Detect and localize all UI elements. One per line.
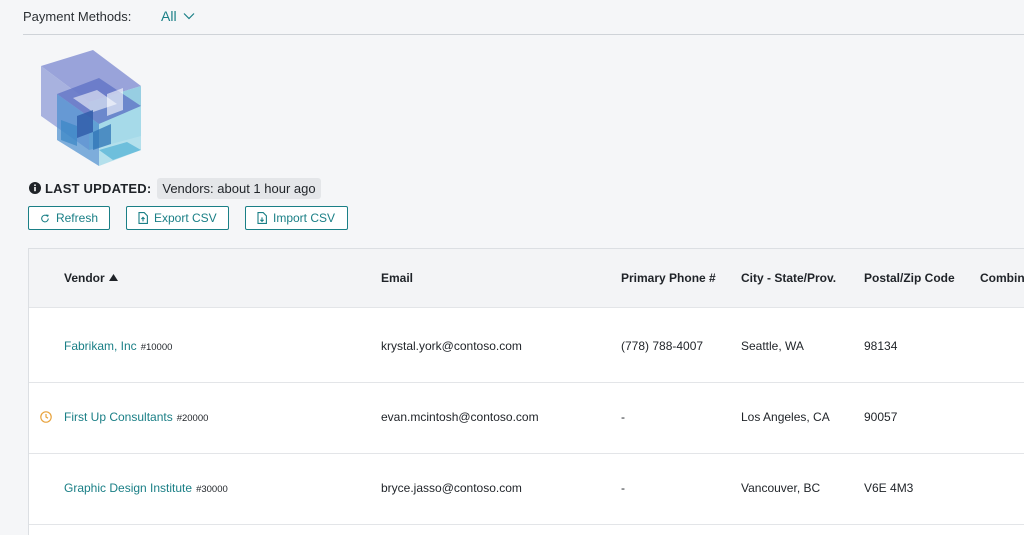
phone-cell: - xyxy=(621,410,625,424)
refresh-label: Refresh xyxy=(55,211,98,225)
filter-divider xyxy=(23,34,1024,35)
column-header-postal[interactable]: Postal/Zip Code xyxy=(864,271,955,285)
payment-methods-dropdown[interactable]: All xyxy=(161,8,195,24)
postal-cell: V6E 4M3 xyxy=(864,481,914,495)
postal-cell: 98134 xyxy=(864,339,898,353)
city-cell: Vancouver, BC xyxy=(741,481,821,495)
company-logo xyxy=(41,50,141,166)
table-row: Fabrikam, Inc #10000 krystal.york@contoso… xyxy=(29,312,1024,383)
sort-ascending-icon xyxy=(108,274,118,281)
city-cell: Seattle, WA xyxy=(741,339,804,353)
column-header-vendor[interactable]: Vendor xyxy=(64,271,118,285)
vendor-number: #10000 xyxy=(140,342,173,353)
vendor-link[interactable]: Graphic Design Institute xyxy=(64,481,192,495)
vendor-number: #20000 xyxy=(176,413,209,424)
payment-methods-label: Payment Methods: xyxy=(23,9,132,24)
payment-methods-value: All xyxy=(161,8,177,24)
vendor-link[interactable]: Fabrikam, Inc xyxy=(64,339,137,353)
table-header: Vendor Email Primary Phone # City - Stat… xyxy=(29,249,1024,308)
vendor-cell: Graphic Design Institute #30000 xyxy=(64,481,228,495)
table-row: Graphic Design Institute #30000 bryce.jas… xyxy=(29,454,1024,525)
column-header-phone[interactable]: Primary Phone # xyxy=(621,271,716,285)
file-import-icon xyxy=(257,212,267,224)
chevron-down-icon xyxy=(183,13,194,20)
table-row: First Up Consultants #20000 evan.mcintosh… xyxy=(29,383,1024,454)
vendor-link[interactable]: First Up Consultants xyxy=(64,410,173,424)
city-cell: Los Angeles, CA xyxy=(741,410,830,424)
column-label: Vendor xyxy=(64,271,105,285)
last-updated-value: Vendors: about 1 hour ago xyxy=(157,177,321,199)
import-csv-button[interactable]: Import CSV xyxy=(245,206,348,230)
column-header-city[interactable]: City - State/Prov. xyxy=(741,271,836,285)
postal-cell: 90057 xyxy=(864,410,898,424)
last-updated-label: LAST UPDATED: xyxy=(45,180,152,196)
vendors-table: Vendor Email Primary Phone # City - Stat… xyxy=(28,248,1024,535)
filter-bar: Payment Methods: All xyxy=(0,0,1024,34)
refresh-button[interactable]: Refresh xyxy=(28,206,110,230)
import-csv-label: Import CSV xyxy=(273,211,336,225)
info-icon xyxy=(29,182,41,194)
phone-cell: (778) 788-4007 xyxy=(621,339,704,353)
vendor-cell: First Up Consultants #20000 xyxy=(64,410,208,424)
vendor-number: #30000 xyxy=(196,484,228,495)
vendor-cell: Fabrikam, Inc #10000 xyxy=(64,339,172,353)
column-header-email[interactable]: Email xyxy=(381,271,413,285)
refresh-icon xyxy=(41,214,49,222)
email-cell: evan.mcintosh@contoso.com xyxy=(381,410,539,424)
email-cell: bryce.jasso@contoso.com xyxy=(381,481,522,495)
email-cell: krystal.york@contoso.com xyxy=(381,339,522,353)
file-export-icon xyxy=(138,212,148,224)
clock-icon xyxy=(40,411,52,423)
last-updated: LAST UPDATED: Vendors: about 1 hour ago xyxy=(29,177,321,199)
column-header-combined[interactable]: Combin xyxy=(980,271,1024,285)
phone-cell: - xyxy=(621,481,625,495)
export-csv-button[interactable]: Export CSV xyxy=(126,206,229,230)
export-csv-label: Export CSV xyxy=(154,211,217,225)
